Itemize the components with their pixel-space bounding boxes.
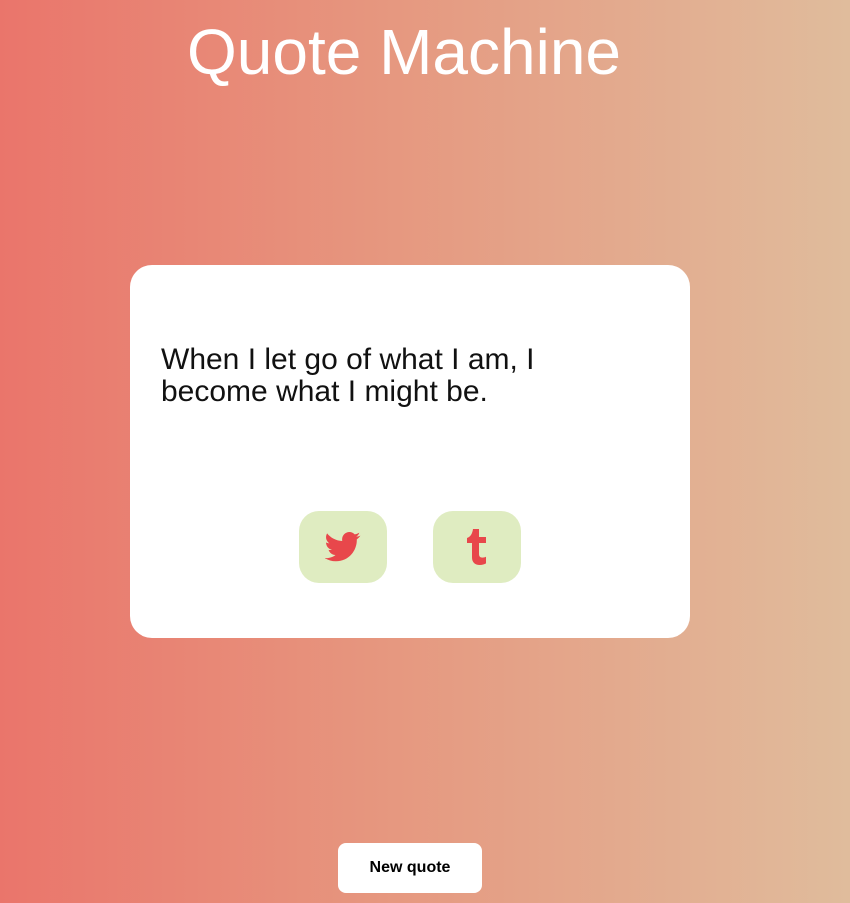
tumblr-share-button[interactable]	[433, 511, 521, 583]
new-quote-button[interactable]: New quote	[338, 843, 482, 893]
quote-card: When I let go of what I am, I become wha…	[130, 265, 690, 638]
twitter-icon	[325, 532, 361, 562]
page-title: Quote Machine	[186, 16, 622, 88]
tweet-quote-button[interactable]	[299, 511, 387, 583]
tumblr-icon	[466, 529, 488, 565]
quote-text: When I let go of what I am, I become wha…	[161, 343, 535, 408]
